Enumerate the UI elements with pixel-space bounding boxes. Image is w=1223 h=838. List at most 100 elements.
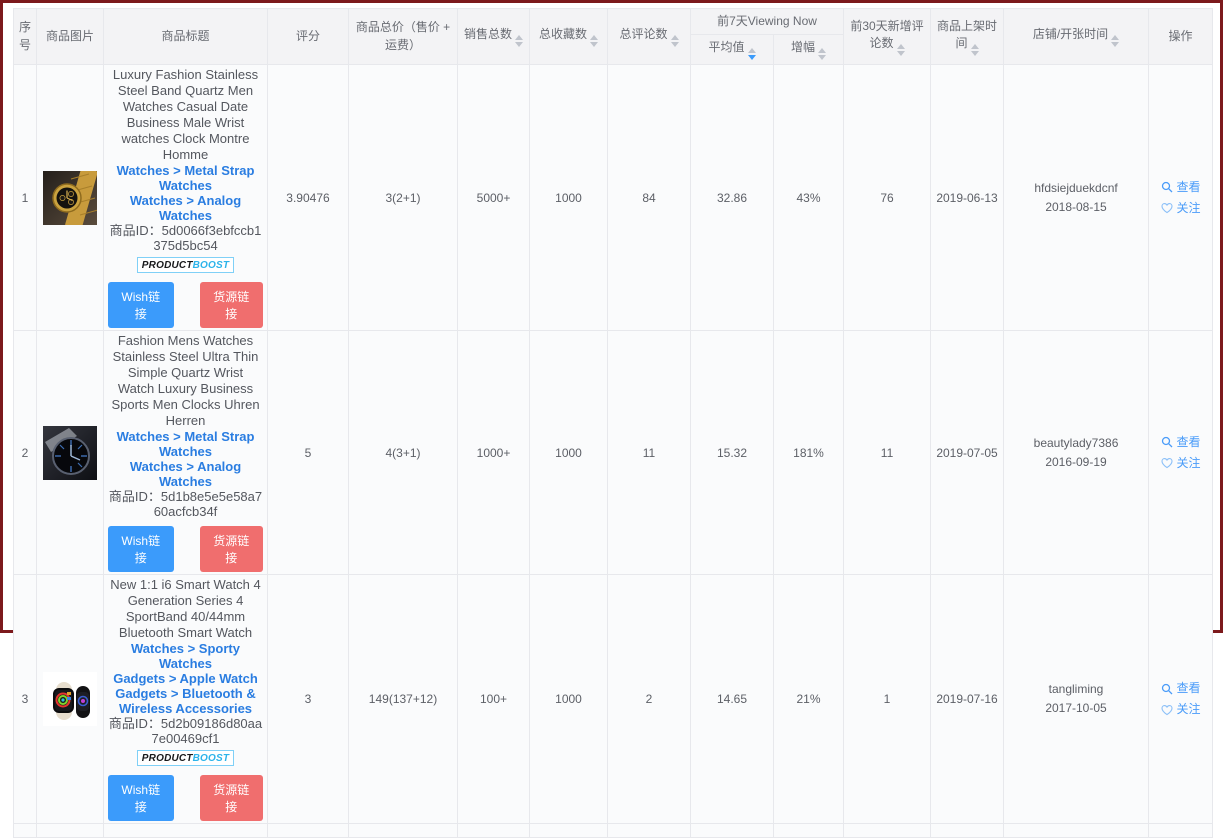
view-link[interactable]: 查看 — [1153, 678, 1208, 699]
store-name: beautylady7386 — [1008, 434, 1144, 453]
product-image[interactable] — [43, 171, 97, 225]
table-row: 2 — [14, 331, 1213, 575]
productboost-badge: PRODUCTBOOST — [137, 750, 234, 766]
magnifier-icon — [1161, 181, 1173, 193]
favorites-cell: 1000 — [530, 65, 608, 331]
row-index: 2 — [14, 331, 37, 575]
sort-carets-icon[interactable] — [818, 48, 826, 60]
header-product-title: 商品标题 — [104, 9, 268, 65]
header-new-comments-30d[interactable]: 前30天新增评论数 — [844, 9, 931, 65]
header-product-image: 商品图片 — [37, 9, 104, 65]
wish-link-button[interactable]: Wish链接 — [108, 526, 174, 572]
source-link-button[interactable]: 货源链接 — [200, 282, 263, 328]
sort-carets-icon[interactable] — [748, 48, 756, 60]
row-index: 3 — [14, 575, 37, 824]
header-total-favorites[interactable]: 总收藏数 — [530, 9, 608, 65]
header-store[interactable]: 店铺/开张时间 — [1004, 9, 1149, 65]
store-cell: hfdsiejduekdcnf 2018-08-15 — [1004, 65, 1149, 331]
sort-carets-icon[interactable] — [971, 44, 979, 56]
comments-cell: 11 — [608, 331, 691, 575]
table-row: 3 — [14, 575, 1213, 824]
viewing-growth-cell: 43% — [774, 65, 844, 331]
sales-cell: 100+ — [458, 575, 530, 824]
category-link[interactable]: Watches > Analog Watches — [108, 459, 263, 489]
heart-icon — [1161, 704, 1173, 716]
price-cell: 3(2+1) — [349, 65, 458, 331]
viewing-avg-cell: 32.86 — [691, 65, 774, 331]
store-cell: tangliming 2017-10-05 — [1004, 575, 1149, 824]
new-comments-cell: 1 — [844, 575, 931, 824]
store-open-date: 2017-10-05 — [1008, 699, 1144, 718]
sort-carets-icon[interactable] — [671, 35, 679, 47]
product-title-cell: New 1:1 i6 Smart Watch 4 Generation Seri… — [104, 575, 268, 824]
favorites-cell: 1000 — [530, 331, 608, 575]
actions-cell: 查看 关注 — [1149, 331, 1213, 575]
store-open-date: 2018-08-15 — [1008, 198, 1144, 217]
product-title: New 1:1 i6 Smart Watch 4 Generation Seri… — [110, 577, 261, 640]
sales-cell: 1000+ — [458, 331, 530, 575]
viewing-growth-cell: 181% — [774, 331, 844, 575]
rating-cell: 3 — [268, 575, 349, 824]
follow-link[interactable]: 关注 — [1153, 699, 1208, 720]
store-name: hfdsiejduekdcnf — [1008, 179, 1144, 198]
header-total-sales[interactable]: 销售总数 — [458, 9, 530, 65]
category-link[interactable]: Watches > Metal Strap Watches — [108, 163, 263, 193]
wish-link-button[interactable]: Wish链接 — [108, 775, 174, 821]
header-actions: 操作 — [1149, 9, 1213, 65]
header-total-comments[interactable]: 总评论数 — [608, 9, 691, 65]
rating-cell: 3.90476 — [268, 65, 349, 331]
header-viewing-now-group: 前7天Viewing Now — [691, 9, 844, 35]
follow-link[interactable]: 关注 — [1153, 198, 1208, 219]
sales-cell: 5000+ — [458, 65, 530, 331]
view-link[interactable]: 查看 — [1153, 432, 1208, 453]
product-image-cell — [37, 331, 104, 575]
view-link[interactable]: 查看 — [1153, 177, 1208, 198]
header-total-price: 商品总价（售价 + 运费） — [349, 9, 458, 65]
magnifier-icon — [1161, 436, 1173, 448]
follow-link[interactable]: 关注 — [1153, 453, 1208, 474]
category-link[interactable]: Gadgets > Apple Watch — [108, 671, 263, 686]
product-data-table: 序号 商品图片 商品标题 评分 商品总价（售价 + 运费） 销售总数 总收藏数 … — [13, 8, 1213, 838]
viewing-avg-cell: 14.65 — [691, 575, 774, 824]
store-name: tangliming — [1008, 680, 1144, 699]
product-title-cell: Fashion Mens Watches Stainless Steel Ult… — [104, 331, 268, 575]
table-row-partial — [14, 824, 1213, 838]
magnifier-icon — [1161, 683, 1173, 695]
category-link[interactable]: Gadgets > Bluetooth & Wireless Accessori… — [108, 686, 263, 716]
table-header: 序号 商品图片 商品标题 评分 商品总价（售价 + 运费） 销售总数 总收藏数 … — [14, 9, 1213, 65]
heart-icon — [1161, 457, 1173, 469]
listed-time-cell: 2019-07-05 — [931, 331, 1004, 575]
rating-cell: 5 — [268, 331, 349, 575]
category-link[interactable]: Watches > Metal Strap Watches — [108, 429, 263, 459]
header-listed-time[interactable]: 商品上架时间 — [931, 9, 1004, 65]
wish-link-button[interactable]: Wish链接 — [108, 282, 174, 328]
header-index: 序号 — [14, 9, 37, 65]
viewing-avg-cell: 15.32 — [691, 331, 774, 575]
new-comments-cell: 11 — [844, 331, 931, 575]
product-image-cell — [37, 575, 104, 824]
product-image[interactable] — [43, 426, 97, 480]
header-rating: 评分 — [268, 9, 349, 65]
source-link-button[interactable]: 货源链接 — [200, 775, 263, 821]
comments-cell: 84 — [608, 65, 691, 331]
listed-time-cell: 2019-06-13 — [931, 65, 1004, 331]
favorites-cell: 1000 — [530, 575, 608, 824]
header-viewing-avg[interactable]: 平均值 — [691, 35, 774, 65]
heart-icon — [1161, 202, 1173, 214]
product-title-cell: Luxury Fashion Stainless Steel Band Quar… — [104, 65, 268, 331]
sort-carets-icon[interactable] — [897, 44, 905, 56]
source-link-button[interactable]: 货源链接 — [200, 526, 263, 572]
category-link[interactable]: Watches > Sporty Watches — [108, 641, 263, 671]
product-title: Luxury Fashion Stainless Steel Band Quar… — [113, 67, 258, 162]
price-cell: 149(137+12) — [349, 575, 458, 824]
price-cell: 4(3+1) — [349, 331, 458, 575]
sort-carets-icon[interactable] — [590, 35, 598, 47]
comments-cell: 2 — [608, 575, 691, 824]
product-id: 商品ID：5d0066f3ebfccb1375d5bc54 — [108, 223, 263, 253]
sort-carets-icon[interactable] — [515, 35, 523, 47]
category-link[interactable]: Watches > Analog Watches — [108, 193, 263, 223]
product-image[interactable] — [43, 672, 97, 726]
sort-carets-icon[interactable] — [1111, 35, 1119, 47]
header-viewing-growth[interactable]: 增幅 — [774, 35, 844, 65]
row-index: 1 — [14, 65, 37, 331]
